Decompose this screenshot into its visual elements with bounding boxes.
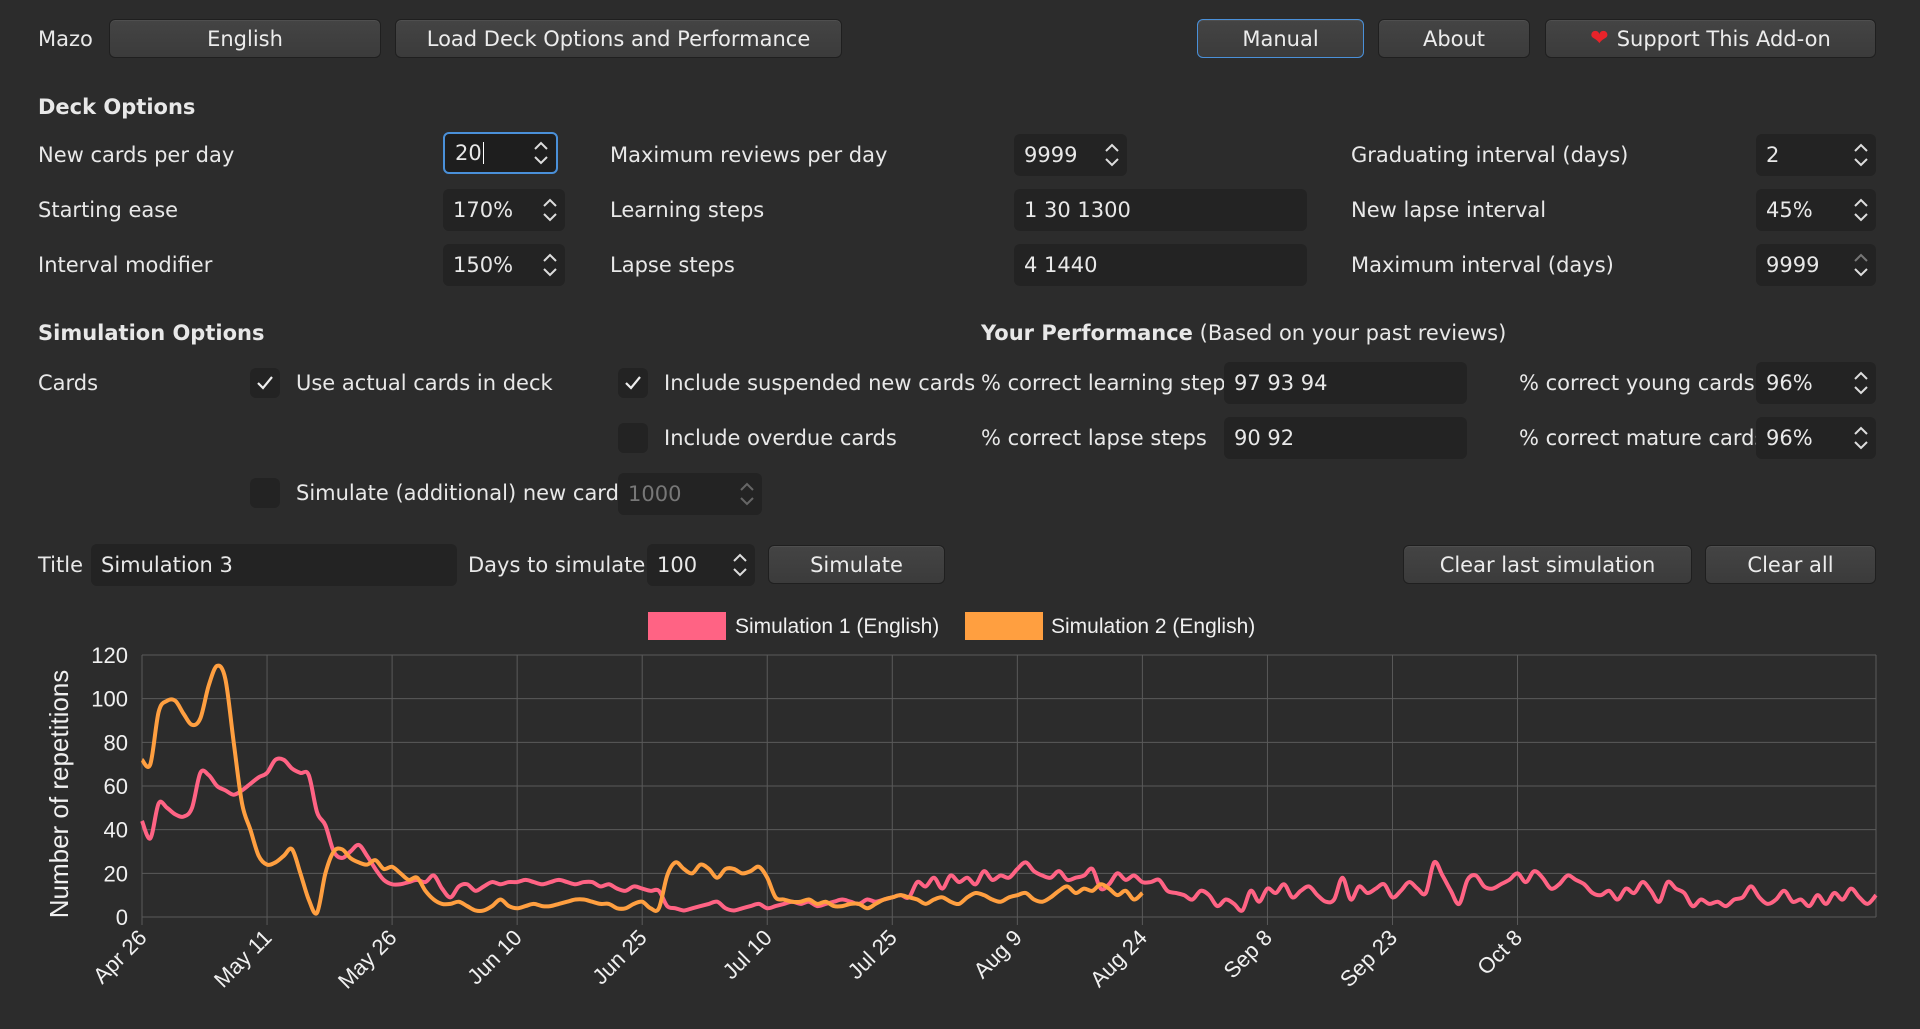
legend-swatch [965, 612, 1043, 640]
x-tick-label: Sep 23 [1335, 925, 1402, 992]
learning-steps-input[interactable]: 1 30 1300 [1014, 189, 1307, 231]
max-reviews-label: Maximum reviews per day [610, 143, 888, 167]
legend-label: Simulation 1 (English) [735, 615, 939, 638]
simulate-new-cards-stepper[interactable] [738, 477, 756, 511]
young-correct-input[interactable]: 96% [1756, 362, 1876, 404]
heart-icon: ❤ [1590, 26, 1609, 51]
days-input[interactable]: 100 [647, 544, 755, 586]
simulate-new-cards-checkbox[interactable] [250, 478, 280, 508]
young-correct-label: % correct young cards [1519, 371, 1755, 395]
y-tick-label: 80 [104, 730, 128, 755]
series-line [140, 756, 1878, 913]
y-tick-label: 20 [104, 861, 128, 886]
y-tick-label: 120 [91, 643, 128, 668]
checkmark-icon [625, 376, 641, 390]
lapse-steps-label: Lapse steps [610, 253, 735, 277]
include-overdue-checkbox[interactable] [618, 423, 648, 453]
max-interval-stepper[interactable] [1852, 248, 1870, 282]
cards-label: Cards [38, 371, 99, 395]
clear-all-button[interactable]: Clear all [1705, 545, 1876, 584]
performance-subtitle: (Based on your past reviews) [1199, 321, 1507, 345]
x-tick-label: Jul 10 [718, 925, 777, 984]
manual-button[interactable]: Manual [1197, 19, 1364, 58]
include-suspended-checkbox[interactable] [618, 368, 648, 398]
performance-title: Your Performance [981, 321, 1193, 345]
max-reviews-stepper[interactable] [1103, 138, 1121, 172]
y-tick-label: 100 [91, 687, 128, 712]
lapse-correct-label: % correct lapse steps [981, 426, 1207, 450]
x-tick-label: May 11 [209, 925, 277, 993]
max-interval-label: Maximum interval (days) [1351, 253, 1614, 277]
about-button[interactable]: About [1378, 19, 1530, 58]
legend-label: Simulation 2 (English) [1051, 615, 1255, 638]
interval-modifier-stepper[interactable] [541, 248, 559, 282]
title-input[interactable]: Simulation 3 [91, 544, 457, 586]
new-cards-stepper[interactable] [532, 136, 550, 170]
y-tick-label: 60 [104, 774, 128, 799]
learning-steps-label: Learning steps [610, 198, 765, 222]
days-stepper[interactable] [731, 548, 749, 582]
x-tick-label: Sep 8 [1219, 925, 1277, 983]
include-overdue-label: Include overdue cards [664, 426, 897, 450]
max-reviews-input[interactable]: 9999 [1014, 134, 1127, 176]
simulate-new-cards-label: Simulate (additional) new cards: [296, 481, 637, 505]
support-button-label: Support This Add-on [1616, 26, 1831, 51]
new-lapse-interval-label: New lapse interval [1351, 198, 1547, 222]
new-cards-label: New cards per day [38, 143, 235, 167]
deck-select[interactable]: English [109, 19, 381, 58]
x-tick-label: Oct 8 [1472, 925, 1527, 980]
days-label: Days to simulate [468, 553, 646, 577]
x-tick-label: Jun 25 [587, 925, 651, 989]
young-correct-stepper[interactable] [1852, 366, 1870, 400]
title-label: Title [38, 553, 84, 577]
simulation-options-heading: Simulation Options [38, 321, 265, 345]
x-tick-label: Jul 25 [843, 925, 902, 984]
simulate-new-cards-input[interactable]: 1000 [618, 473, 762, 515]
graduating-interval-stepper[interactable] [1852, 138, 1870, 172]
clear-last-button[interactable]: Clear last simulation [1403, 545, 1692, 584]
starting-ease-input[interactable]: 170% [443, 189, 565, 231]
include-suspended-label: Include suspended new cards [664, 371, 976, 395]
new-lapse-interval-stepper[interactable] [1852, 193, 1870, 227]
text-caret [482, 142, 484, 164]
y-tick-label: 40 [104, 818, 128, 843]
new-cards-input[interactable]: 20 [443, 132, 558, 174]
learning-correct-label: % correct learning steps [981, 371, 1237, 395]
simulate-button[interactable]: Simulate [768, 545, 945, 584]
new-lapse-interval-input[interactable]: 45% [1756, 189, 1876, 231]
lapse-steps-input[interactable]: 4 1440 [1014, 244, 1307, 286]
x-tick-label: Aug 9 [969, 925, 1027, 983]
app-name: Mazo [38, 27, 93, 51]
load-deck-button[interactable]: Load Deck Options and Performance [395, 19, 842, 58]
use-actual-cards-checkbox[interactable] [250, 368, 280, 398]
max-interval-input[interactable]: 9999 [1756, 244, 1876, 286]
performance-heading: Your Performance (Based on your past rev… [981, 323, 1506, 344]
repetitions-chart: 0 20 40 60 80 100 120 Apr 26 May 11 May 26 Jun 10 J… [0, 600, 1920, 1029]
mature-correct-input[interactable]: 96% [1756, 417, 1876, 459]
deck-options-heading: Deck Options [38, 95, 196, 119]
y-tick-label: 0 [116, 905, 128, 930]
mature-correct-stepper[interactable] [1852, 421, 1870, 455]
graduating-interval-label: Graduating interval (days) [1351, 143, 1629, 167]
mature-correct-label: % correct mature cards [1519, 426, 1766, 450]
x-tick-label: May 26 [333, 925, 402, 994]
interval-modifier-label: Interval modifier [38, 253, 213, 277]
legend-swatch [648, 612, 726, 640]
support-button[interactable]: ❤ Support This Add-on [1545, 19, 1876, 58]
x-tick-label: Jun 10 [462, 925, 526, 989]
learning-correct-input[interactable]: 97 93 94 [1224, 362, 1467, 404]
starting-ease-stepper[interactable] [541, 193, 559, 227]
y-axis-label: Number of repetitions [44, 670, 74, 919]
repetitions-chart-svg: 0 20 40 60 80 100 120 Apr 26 May 11 May 26 Jun 10 J… [44, 612, 1878, 994]
starting-ease-label: Starting ease [38, 198, 179, 222]
interval-modifier-input[interactable]: 150% [443, 244, 565, 286]
checkmark-icon [257, 376, 273, 390]
x-tick-label: Aug 24 [1085, 925, 1152, 992]
x-tick-label: Apr 26 [88, 925, 152, 989]
use-actual-cards-label: Use actual cards in deck [296, 371, 553, 395]
lapse-correct-input[interactable]: 90 92 [1224, 417, 1467, 459]
graduating-interval-input[interactable]: 2 [1756, 134, 1876, 176]
